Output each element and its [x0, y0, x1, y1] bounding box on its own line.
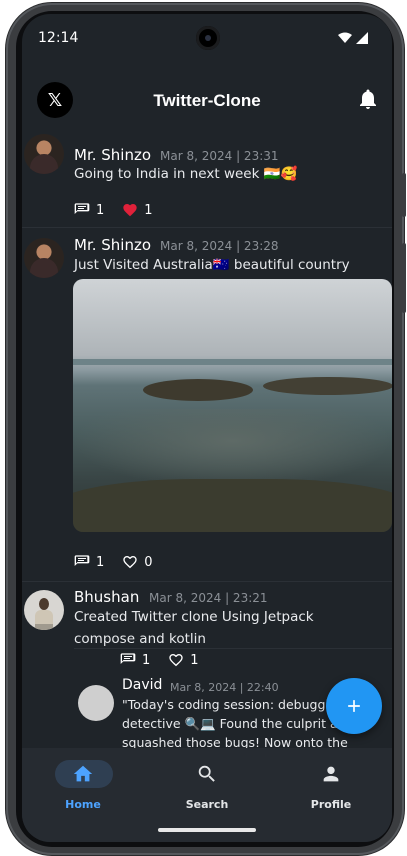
comment-button[interactable]: 1: [74, 554, 104, 570]
tweet-text: Going to India in next week 🇮🇳🥰: [74, 166, 298, 182]
nav-profile[interactable]: Profile: [281, 758, 381, 818]
tweet-feed[interactable]: Mr. Shinzo Mar 8, 2024 | 23:31 Going to …: [22, 134, 392, 748]
tweet-author[interactable]: David: [122, 677, 162, 693]
avatar[interactable]: [24, 134, 64, 174]
nav-label: Home: [65, 798, 101, 811]
tweet-author[interactable]: Mr. Shinzo: [74, 236, 151, 254]
tweet-actions: 1 1: [74, 202, 153, 218]
comment-button[interactable]: 1: [74, 202, 104, 218]
status-bar: 12:14: [22, 14, 392, 62]
top-app-bar: 𝕏 Twitter-Clone: [22, 62, 392, 134]
tweet-author[interactable]: Mr. Shinzo: [74, 146, 151, 164]
avatar[interactable]: [24, 590, 64, 630]
nav-label: Profile: [310, 798, 352, 811]
wifi-icon: [338, 32, 352, 43]
comment-count: 1: [96, 202, 105, 218]
power-button: [402, 243, 406, 313]
like-button[interactable]: 1: [122, 202, 153, 218]
avatar[interactable]: [78, 685, 114, 721]
search-icon: [198, 765, 215, 782]
tweet-text: Just Visited Australia🇦🇺 beautiful count…: [74, 257, 350, 273]
tweet-actions: 1 0: [74, 554, 153, 570]
tweet-date: Mar 8, 2024 | 22:40: [170, 681, 279, 694]
compose-tweet-button[interactable]: [326, 678, 382, 734]
app-title: Twitter-Clone: [153, 91, 261, 110]
heart-filled-icon: [123, 204, 137, 217]
tweet-author[interactable]: Bhushan: [74, 588, 139, 606]
comment-icon: [74, 203, 90, 214]
status-time: 12:14: [38, 30, 79, 46]
avatar[interactable]: [24, 238, 64, 278]
cellular-icon: [356, 32, 368, 44]
like-count: 0: [144, 554, 153, 570]
volume-button: [402, 173, 406, 217]
comment-icon: [74, 555, 90, 566]
nav-search[interactable]: Search: [157, 758, 257, 818]
plus-icon: [348, 700, 360, 712]
heart-outline-icon: [123, 556, 137, 569]
tweet-date: Mar 8, 2024 | 23:21: [149, 591, 268, 605]
tweet-card[interactable]: Mr. Shinzo Mar 8, 2024 | 23:31 Going to …: [22, 134, 392, 228]
home-icon: [73, 765, 93, 782]
gesture-home-bar[interactable]: [158, 828, 256, 832]
tweet-text: Created Twitter clone Using Jetpack comp…: [74, 609, 314, 647]
like-button[interactable]: 0: [122, 554, 153, 570]
tweet-image[interactable]: [73, 279, 392, 532]
comment-count: 1: [96, 554, 105, 570]
notification-bell-icon[interactable]: [356, 87, 380, 111]
status-icons: [338, 32, 368, 44]
app-screen: 12:14 𝕏 Twitter-Clone Mr. Shinzo Mar 8, …: [22, 14, 392, 842]
tweet-date: Mar 8, 2024 | 23:28: [160, 239, 279, 253]
nav-home[interactable]: Home: [33, 758, 133, 818]
tweet-date: Mar 8, 2024 | 23:31: [160, 149, 279, 163]
nav-label: Search: [185, 798, 229, 811]
like-count: 1: [144, 202, 153, 218]
person-icon: [323, 766, 339, 782]
front-camera: [196, 26, 220, 50]
